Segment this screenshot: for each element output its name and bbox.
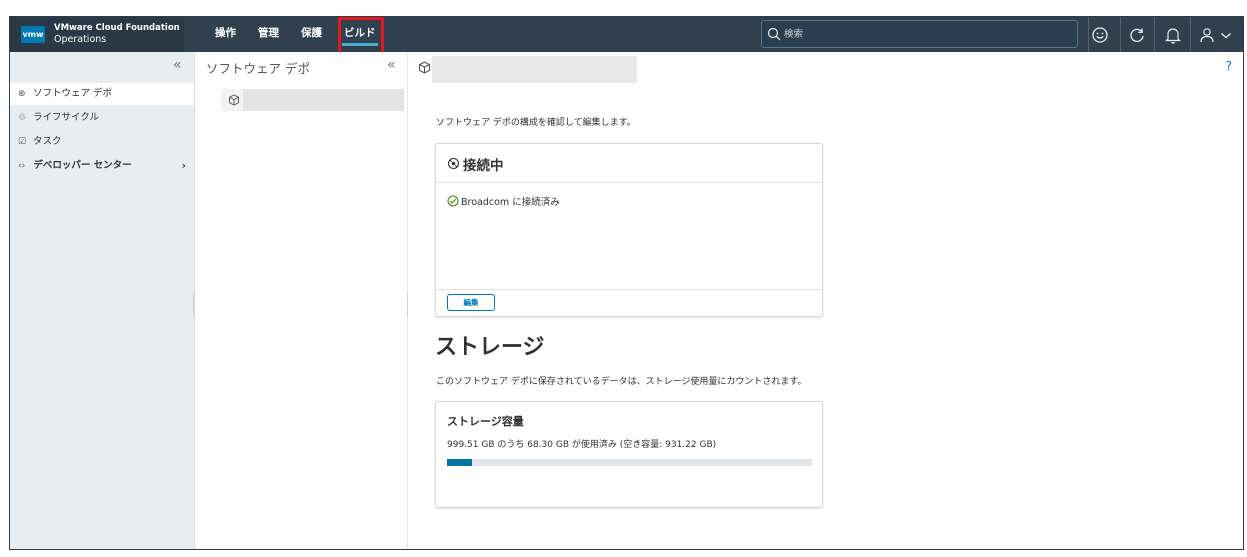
header-divider (1154, 17, 1155, 52)
vmw-logo: vmw (21, 26, 45, 43)
sidebar-item-tasks[interactable]: ☑ タスク (10, 131, 194, 153)
top-nav: 操作 管理 保護 ビルド (204, 17, 387, 52)
collapse-sidebar-button[interactable]: « (173, 57, 182, 73)
nav-protection[interactable]: 保護 (290, 17, 333, 52)
storage-capacity-card: ストレージ容量 999.51 GB のうち 68.30 GB が使用済み (空き… (435, 401, 823, 508)
search-input[interactable] (784, 26, 1064, 42)
header-divider (1190, 17, 1191, 52)
header-divider (1088, 17, 1089, 52)
help-button[interactable]: ? (1226, 59, 1232, 73)
storage-progress-bar (447, 459, 812, 466)
storage-description: このソフトウェア デポに保存されているデータは、ストレージ使用量にカウントされま… (436, 377, 807, 387)
smiley-icon[interactable] (1091, 26, 1109, 44)
tree-item-depot[interactable] (221, 89, 404, 111)
page-description: ソフトウェア デポの構成を確認して編集します。 (436, 118, 636, 128)
nav-operations[interactable]: 操作 (204, 17, 247, 52)
search-box[interactable] (761, 20, 1078, 48)
refresh-icon[interactable] (1128, 26, 1146, 44)
sidebar-item-label: デベロッパー センター (33, 160, 132, 171)
chevron-right-icon: › (181, 159, 186, 172)
header-divider (1120, 17, 1121, 52)
app-window: vmw VMware Cloud Foundation Operations 操… (9, 16, 1244, 550)
product-name-line2: Operations (54, 34, 107, 45)
chevron-down-icon[interactable] (1217, 26, 1235, 44)
card-footer-divider (436, 289, 822, 290)
code-icon: ‹› (18, 161, 26, 171)
panel-title: ソフトウェア デポ (206, 61, 310, 76)
cube-icon (419, 61, 430, 74)
edit-button[interactable]: 編集 (447, 294, 495, 311)
bell-icon[interactable] (1164, 26, 1182, 44)
card-title: 接続中 (463, 158, 504, 174)
storage-progress-fill (447, 459, 472, 466)
sidebar-item-label: ソフトウェア デポ (33, 88, 113, 99)
left-sidebar: « ⊕ ソフトウェア デポ ♲ ライフサイクル ☑ タスク ‹› デベロッパー … (10, 52, 195, 549)
top-header: vmw VMware Cloud Foundation Operations 操… (10, 17, 1243, 57)
sidebar-item-label: タスク (33, 136, 62, 147)
redacted-page-title (432, 56, 637, 83)
nav-build[interactable]: ビルド (333, 17, 387, 52)
product-name: VMware Cloud Foundation Operations (54, 22, 180, 46)
connection-card: 接続中 Broadcom に接続済み 編集 (435, 143, 823, 317)
main-content: ? ソフトウェア デポの構成を確認して編集します。 接続中 Broadcom に… (408, 52, 1243, 549)
connection-status-icon (447, 157, 460, 170)
sidebar-item-developer-center[interactable]: ‹› デベロッパー センター › (10, 155, 194, 177)
sidebar-item-software-depot[interactable]: ⊕ ソフトウェア デポ (10, 83, 194, 105)
card-header: 接続中 (436, 144, 822, 183)
search-icon (767, 27, 781, 41)
card-title: ストレージ容量 (447, 415, 524, 428)
storage-heading: ストレージ (435, 335, 545, 360)
check-circle-icon (447, 195, 459, 207)
nav-administration[interactable]: 管理 (247, 17, 290, 52)
user-icon[interactable] (1198, 26, 1216, 44)
depot-tree-panel: ソフトウェア デポ « (195, 52, 408, 549)
brand-area[interactable]: vmw VMware Cloud Foundation Operations (10, 17, 184, 52)
sidebar-item-lifecycle[interactable]: ♲ ライフサイクル (10, 107, 194, 129)
connection-status-text: Broadcom に接続済み (461, 197, 560, 208)
redacted-label (243, 89, 404, 111)
collapse-panel-button[interactable]: « (387, 57, 396, 73)
lifecycle-icon: ♲ (18, 113, 27, 123)
cloud-download-icon: ⊕ (18, 89, 26, 99)
cube-icon (229, 94, 239, 106)
clipboard-icon: ☑ (18, 137, 27, 147)
sidebar-item-label: ライフサイクル (33, 112, 100, 123)
product-name-line1: VMware Cloud Foundation (54, 23, 180, 33)
storage-usage-text: 999.51 GB のうち 68.30 GB が使用済み (空き容量: 931.… (447, 440, 717, 450)
